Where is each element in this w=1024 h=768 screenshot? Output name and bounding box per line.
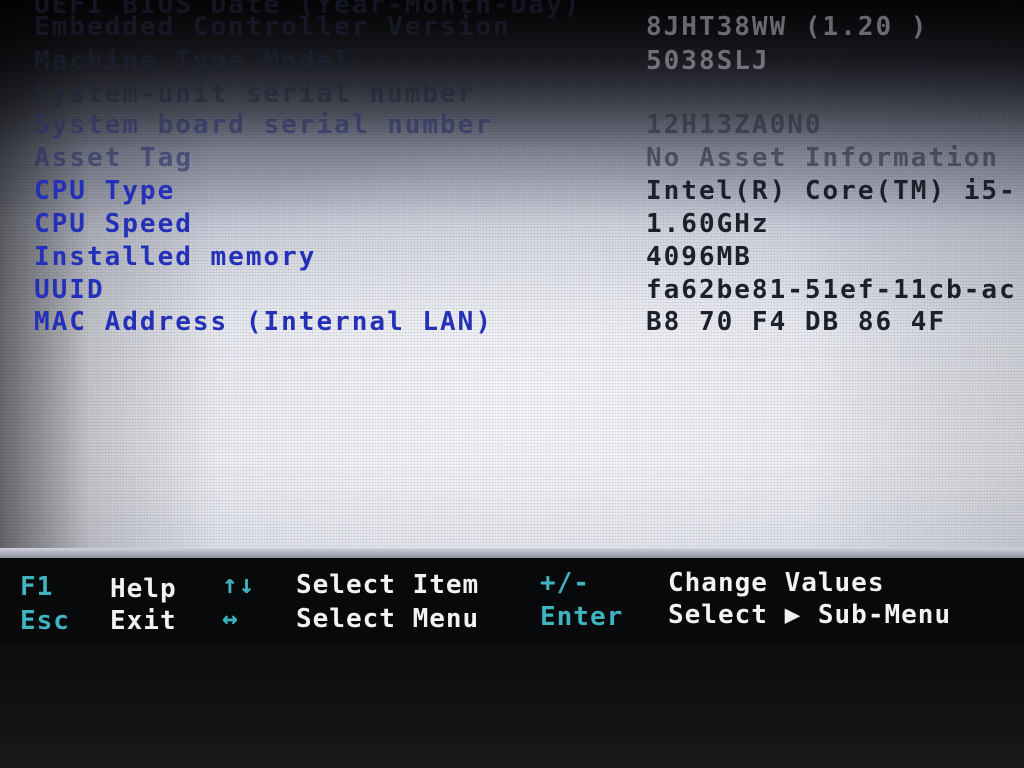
system-information-panel: UEFI BIOS Date (Year-Month-Day) Embedded… — [0, 0, 1024, 558]
change-values-text: Change Values — [668, 568, 885, 598]
help-bar: F1 Help Esc Exit ↑↓ Select Item ↔ Select… — [0, 558, 1024, 644]
info-row-embedded-controller-version: Embedded Controller Version 8JHT38WW (1.… — [34, 12, 1024, 44]
info-label: System board serial number — [34, 110, 493, 140]
info-value: fa62be81-51ef-11cb-ac — [646, 275, 1017, 305]
info-value: 12H13ZA0N0 — [646, 110, 823, 140]
select-menu-text: Select Menu — [296, 604, 480, 634]
info-row-system-unit-serial: System-unit serial number — [34, 79, 1024, 111]
up-down-arrows-icon[interactable]: ↑↓ — [222, 570, 255, 600]
info-row-system-board-serial: System board serial number 12H13ZA0N0 — [34, 110, 1024, 142]
plus-minus-key[interactable]: +/- — [540, 568, 590, 598]
info-row-uuid: UUID fa62be81-51ef-11cb-ac — [34, 275, 1024, 307]
info-value: Intel(R) Core(TM) i5- — [646, 176, 1017, 206]
f1-key[interactable]: F1 — [20, 572, 53, 602]
info-label: CPU Speed — [34, 209, 193, 239]
info-row-mac-address: MAC Address (Internal LAN) B8 70 F4 DB 8… — [34, 307, 1024, 339]
screen-bezel — [0, 644, 1024, 768]
info-label: System-unit serial number — [34, 79, 476, 109]
select-item-text: Select Item — [296, 570, 480, 600]
panel-divider — [0, 548, 1024, 558]
info-value: 8JHT38WW (1.20 ) — [646, 12, 929, 42]
esc-key[interactable]: Esc — [20, 606, 70, 636]
info-value: 1.60GHz — [646, 209, 770, 239]
left-right-arrows-icon[interactable]: ↔ — [222, 604, 239, 634]
info-label: Machine Type Model — [34, 46, 352, 76]
info-value: 4096MB — [646, 242, 752, 272]
info-row-installed-memory: Installed memory 4096MB — [34, 242, 1024, 274]
info-value: 5038SLJ — [646, 46, 770, 76]
info-row-cpu-speed: CPU Speed 1.60GHz — [34, 209, 1024, 241]
select-sub-menu-text: Select ▶ Sub-Menu — [668, 600, 952, 630]
bios-screen: UEFI BIOS Date (Year-Month-Day) Embedded… — [0, 0, 1024, 768]
info-row-asset-tag: Asset Tag No Asset Information — [34, 143, 1024, 175]
info-label: Embedded Controller Version — [34, 12, 511, 42]
enter-key[interactable]: Enter — [540, 602, 623, 632]
info-value: No Asset Information — [646, 143, 1000, 173]
info-label: CPU Type — [34, 176, 176, 206]
info-label: Installed memory — [34, 242, 317, 272]
esc-exit-text: Exit — [110, 606, 177, 636]
f1-help-text: Help — [110, 574, 177, 604]
info-row-machine-type-model: Machine Type Model 5038SLJ — [34, 46, 1024, 78]
info-value: B8 70 F4 DB 86 4F — [646, 307, 947, 337]
info-label: Asset Tag — [34, 143, 193, 173]
info-label: MAC Address (Internal LAN) — [34, 307, 493, 337]
info-row-cpu-type: CPU Type Intel(R) Core(TM) i5- — [34, 176, 1024, 208]
info-label: UUID — [34, 275, 105, 305]
